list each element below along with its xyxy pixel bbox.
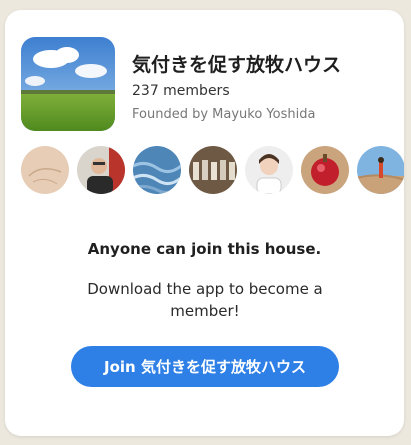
member-avatar <box>357 146 404 194</box>
house-cover-image <box>21 37 115 131</box>
founder-label: Founded by Mayuko Yoshida <box>132 107 316 122</box>
open-house-notice: Anyone can join this house. <box>87 240 322 258</box>
house-card: 気付きを促す放牧ハウス 237 members Founded by Mayuk… <box>5 10 404 436</box>
member-avatar <box>77 146 125 194</box>
member-count: 237 members <box>132 83 230 99</box>
member-avatar <box>21 146 69 194</box>
member-avatars <box>21 146 404 194</box>
house-title: 気付きを促す放牧ハウス <box>132 54 342 76</box>
download-app-prompt: Download the app to become a member! <box>87 280 323 320</box>
member-avatar <box>189 146 237 194</box>
join-house-button[interactable]: Join 気付きを促す放牧ハウス <box>71 346 339 387</box>
member-avatar <box>245 146 293 194</box>
member-avatar <box>301 146 349 194</box>
member-avatar <box>133 146 181 194</box>
